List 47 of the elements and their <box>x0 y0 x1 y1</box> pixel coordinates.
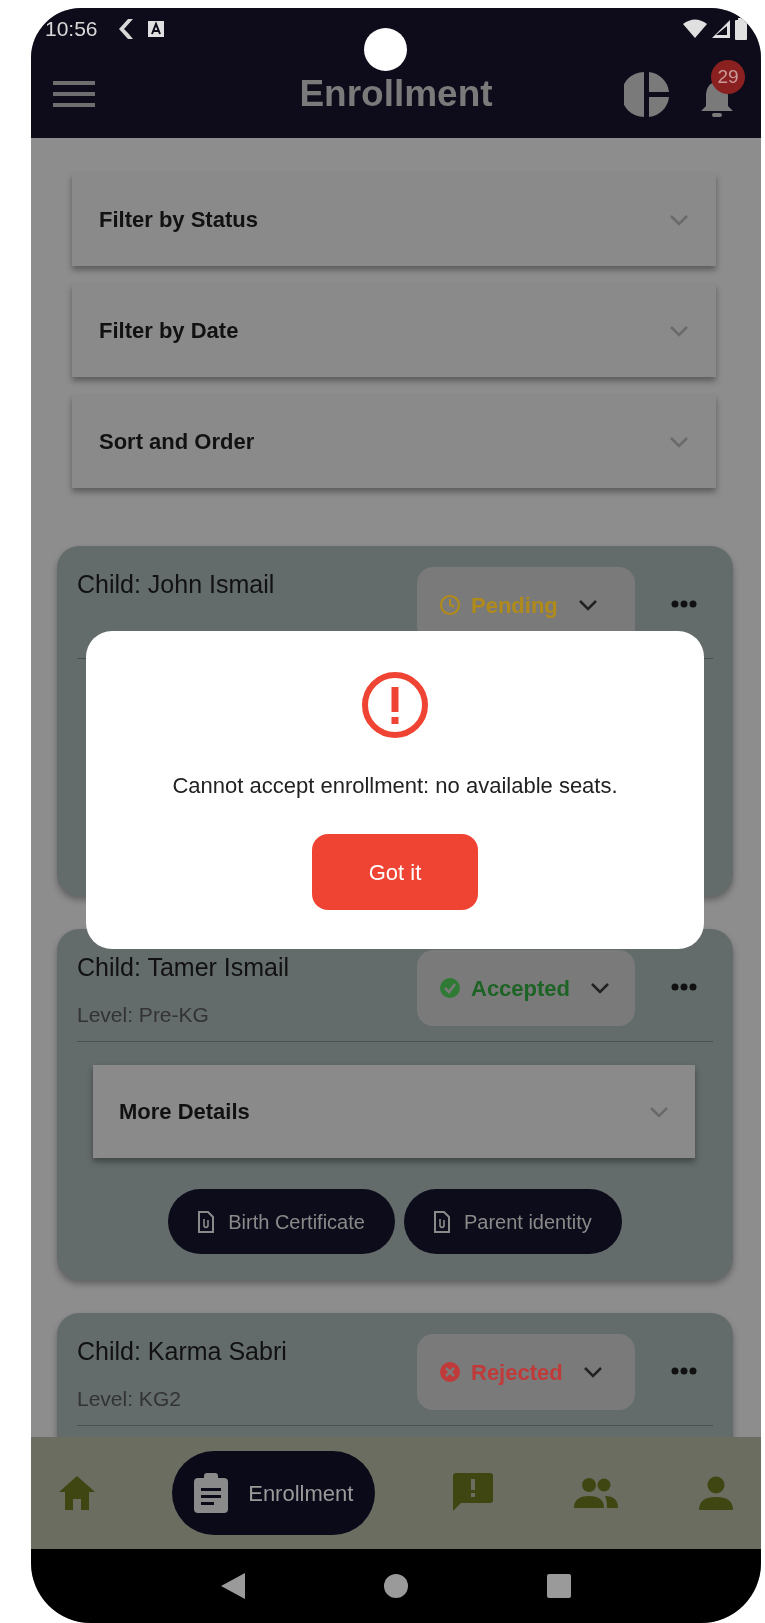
status-time: 10:56 <box>45 16 98 43</box>
pie-chart-icon[interactable] <box>624 71 669 117</box>
recents-icon[interactable] <box>547 1574 572 1598</box>
child-name: Child: Karma Sabri <box>77 1336 287 1367</box>
document-icon <box>433 1210 450 1233</box>
home-button-icon[interactable] <box>384 1574 408 1598</box>
clipboard-icon <box>194 1473 229 1513</box>
document-chip[interactable]: Parent identity <box>403 1189 622 1254</box>
got-it-button[interactable]: Got it <box>312 834 478 910</box>
chevron-down-icon <box>590 982 611 994</box>
back-icon[interactable] <box>220 1573 245 1599</box>
battery-icon <box>735 18 747 40</box>
child-name: Child: John Ismail <box>77 569 275 600</box>
filter-dropdown[interactable]: Filter by Date <box>72 284 716 377</box>
dialog-message: Cannot accept enrollment: no available seats. <box>172 772 618 800</box>
alert-icon <box>361 671 429 739</box>
child-name: Child: Tamer Ismail <box>77 952 290 983</box>
menu-icon[interactable] <box>53 79 95 109</box>
filter-dropdown[interactable]: Sort and Order <box>72 395 716 488</box>
level-label: Level: Pre-KG <box>77 1001 210 1028</box>
chevron-down-icon <box>669 324 689 337</box>
chevron-down-icon <box>669 213 689 226</box>
more-options-icon[interactable] <box>671 1367 697 1375</box>
level-label: Level: KG2 <box>77 1385 182 1412</box>
chevron-down-icon <box>649 1105 669 1118</box>
keyboard-icon <box>147 21 164 37</box>
chevron-down-icon <box>582 1366 603 1378</box>
person-icon[interactable] <box>698 1476 733 1510</box>
message-alert-icon[interactable] <box>452 1473 493 1513</box>
check-circle-icon <box>439 977 461 999</box>
nav-tab[interactable]: Enrollment <box>172 1451 376 1535</box>
details-dropdown[interactable]: More Details <box>93 1065 695 1158</box>
wifi-icon <box>683 19 707 39</box>
more-options-icon[interactable] <box>671 600 697 608</box>
chevron-down-icon <box>669 435 689 448</box>
chevron-down-icon <box>577 599 598 611</box>
more-options-icon[interactable] <box>671 983 697 991</box>
filter-dropdown[interactable]: Filter by Status <box>72 173 716 266</box>
notification-badge: 29 <box>711 60 745 94</box>
app-title: Enrollment <box>299 72 493 117</box>
home-icon[interactable] <box>59 1476 95 1510</box>
document-chip[interactable]: Birth Certificate <box>168 1189 395 1254</box>
people-icon[interactable] <box>573 1478 618 1508</box>
signal-icon <box>711 19 731 39</box>
clock-icon <box>439 594 461 616</box>
document-icon <box>198 1210 215 1233</box>
x-circle-icon <box>439 1361 461 1383</box>
